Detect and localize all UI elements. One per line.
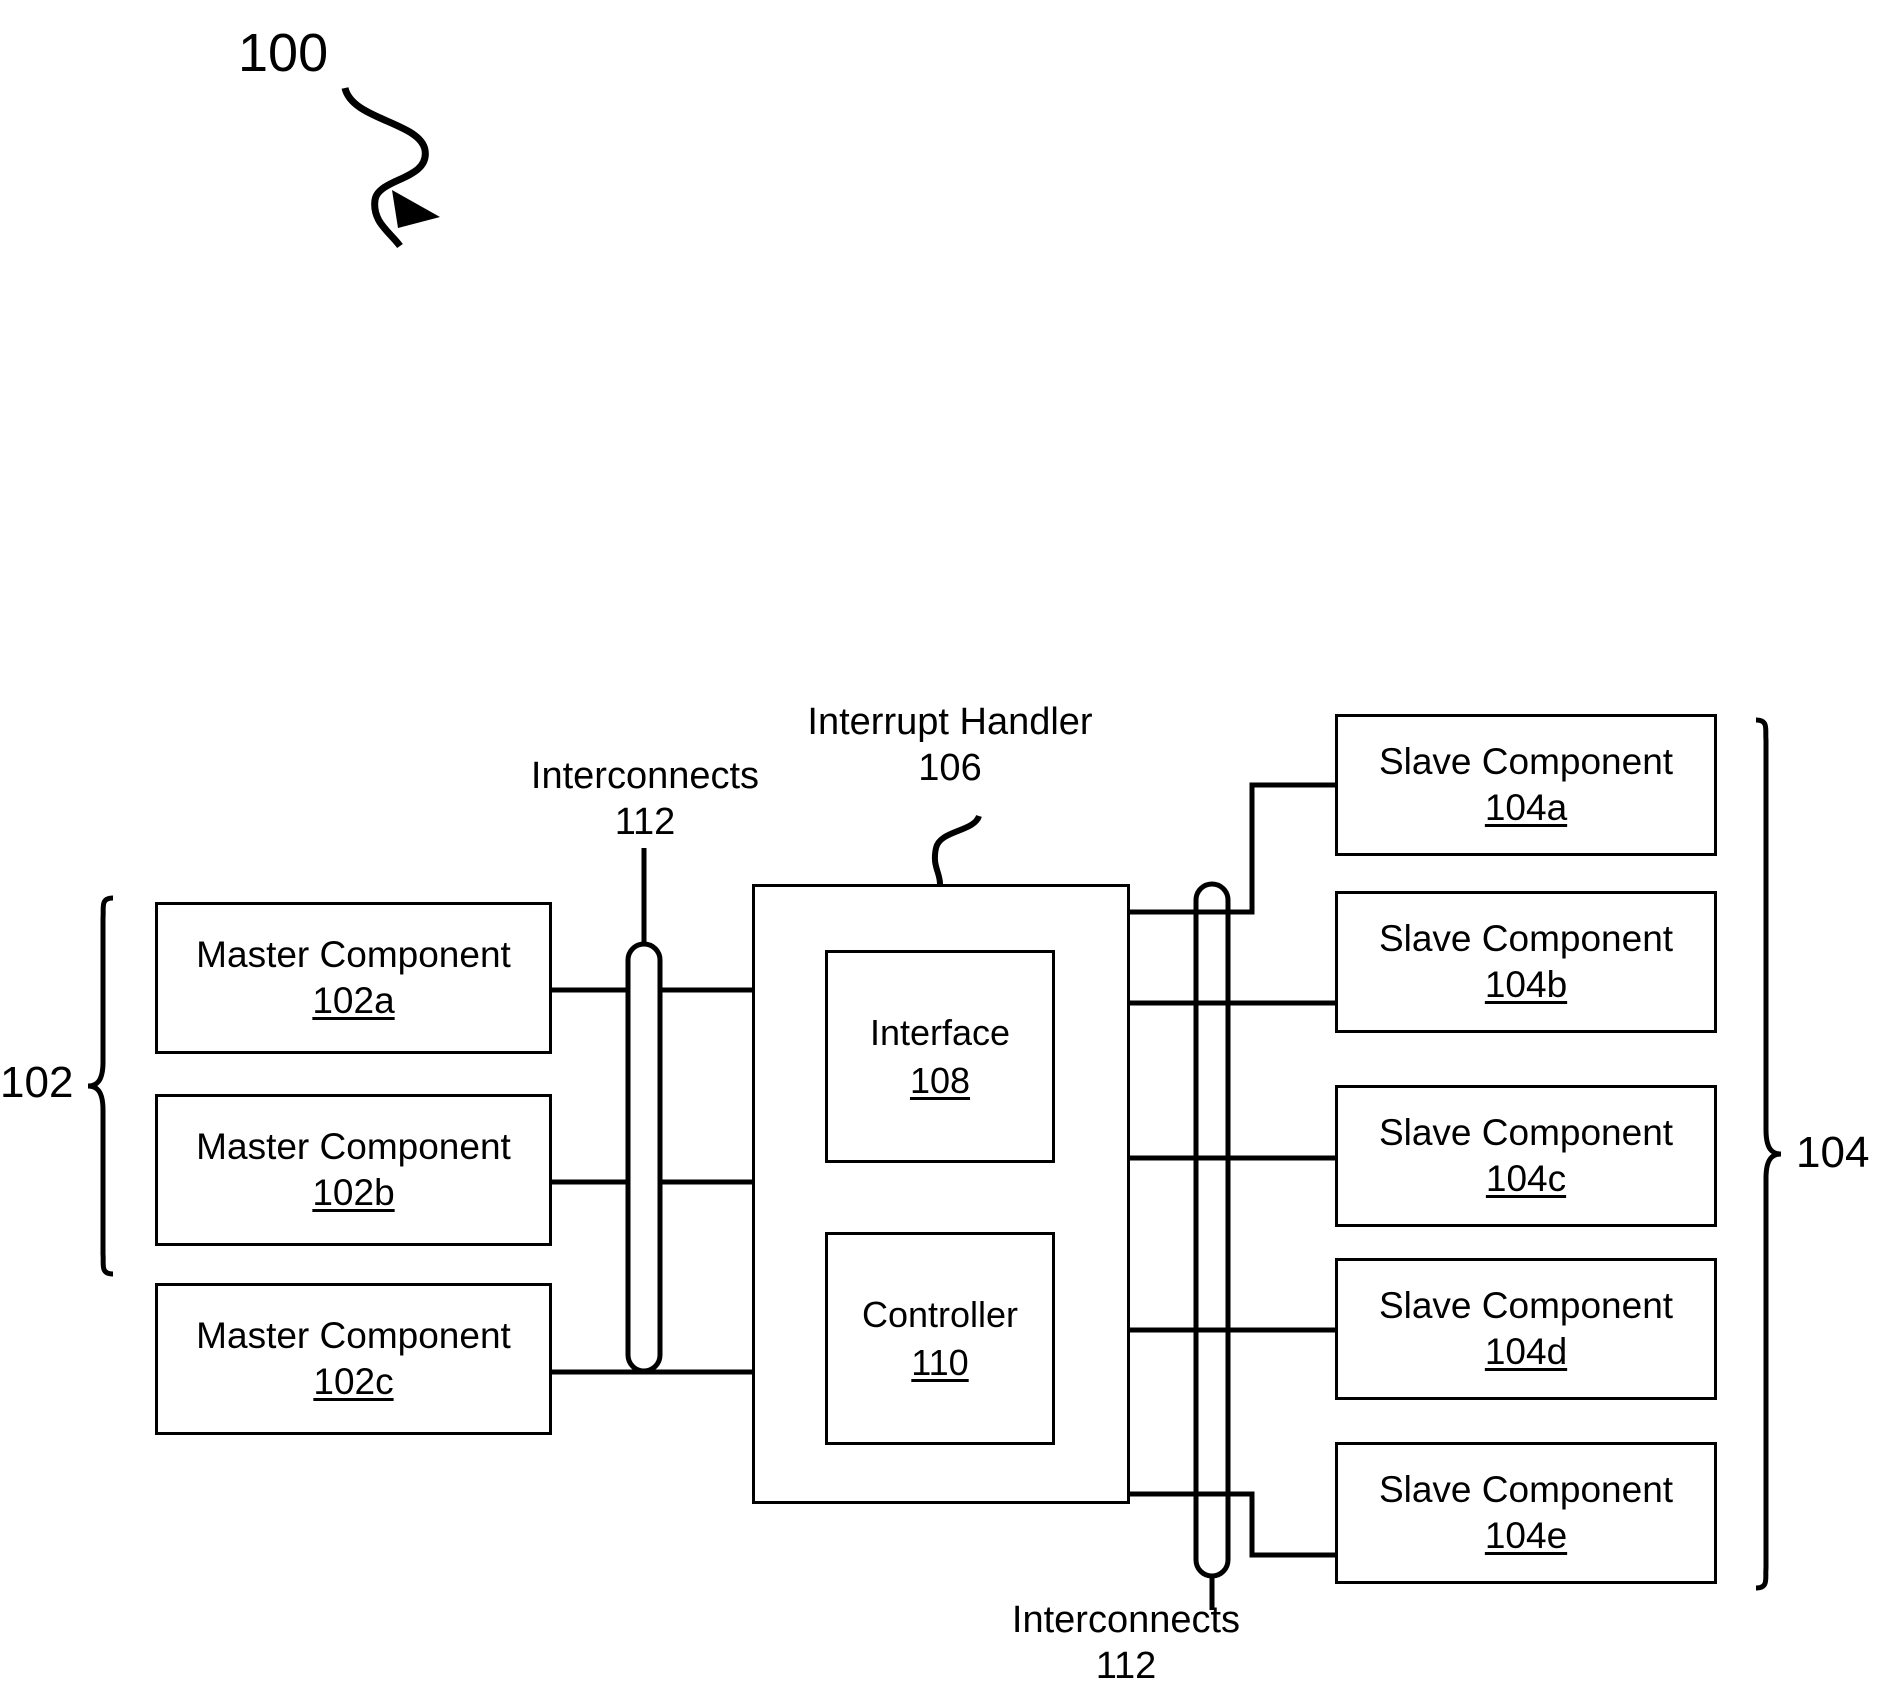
left-interconnect-capsule [625,941,663,1374]
master-component-102a-title: Master Component [196,933,511,975]
slave-group-brace [1755,717,1782,1591]
slave-component-104b-ref: 104b [1484,963,1568,1005]
right-interconnects-label: Interconnects 112 [970,1598,1282,1689]
interface-title: Interface [869,1011,1011,1053]
master-component-102b-ref: 102b [312,1171,395,1213]
interrupt-handler-box[interactable]: Interface 108 Controller 110 [752,884,1130,1504]
master-component-102c-ref: 102c [313,1360,394,1402]
slave-component-104a-title: Slave Component [1378,740,1674,782]
handler-title: Interrupt Handler [807,701,1093,743]
master-group-brace [87,895,114,1277]
wire-slave-104e [1130,1491,1335,1558]
right-interconnects-title: Interconnects [1011,1599,1241,1641]
controller-box[interactable]: Controller 110 [825,1232,1055,1445]
right-interconnect-capsule [1193,881,1231,1579]
master-group-label: 102 [0,1058,74,1107]
master-component-102a[interactable]: Master Component 102a [155,902,552,1054]
master-component-102b[interactable]: Master Component 102b [155,1094,552,1246]
slave-component-104e[interactable]: Slave Component 104e [1335,1442,1717,1584]
slave-component-104a[interactable]: Slave Component 104a [1335,714,1717,856]
handler-leader-curve [931,814,982,885]
handler-ref: 106 [918,746,982,789]
master-component-102c[interactable]: Master Component 102c [155,1283,552,1435]
slave-component-104e-title: Slave Component [1378,1468,1674,1510]
slave-component-104d-ref: 104d [1484,1330,1568,1372]
slave-component-104c-title: Slave Component [1378,1111,1674,1153]
controller-ref: 110 [911,1341,969,1383]
left-interconnects-ref: 112 [614,800,676,843]
interface-ref: 108 [909,1059,971,1101]
interface-box[interactable]: Interface 108 [825,950,1055,1163]
master-component-102a-ref: 102a [312,979,395,1021]
figure-leader-arrowhead [392,190,440,228]
master-component-102c-title: Master Component [196,1314,511,1356]
slave-component-104b-title: Slave Component [1378,917,1674,959]
wire-slave-104a [1130,782,1335,915]
handler-label: Interrupt Handler 106 [740,700,1160,791]
figure-number-label: 100 [238,23,329,83]
slave-group-label: 104 [1796,1128,1870,1177]
master-component-102b-title: Master Component [196,1125,511,1167]
slave-component-104a-ref: 104a [1484,786,1568,828]
slave-component-104c[interactable]: Slave Component 104c [1335,1085,1717,1227]
right-interconnects-ref: 112 [1095,1644,1157,1687]
slave-component-104e-ref: 104e [1484,1514,1568,1556]
slave-component-104b[interactable]: Slave Component 104b [1335,891,1717,1033]
slave-component-104d[interactable]: Slave Component 104d [1335,1258,1717,1400]
slave-component-104d-title: Slave Component [1378,1284,1674,1326]
controller-title: Controller [861,1293,1019,1335]
patent-figure-canvas: 100 102 104 Master Component 102a Master… [0,0,1887,1700]
slave-component-104c-ref: 104c [1485,1157,1567,1199]
